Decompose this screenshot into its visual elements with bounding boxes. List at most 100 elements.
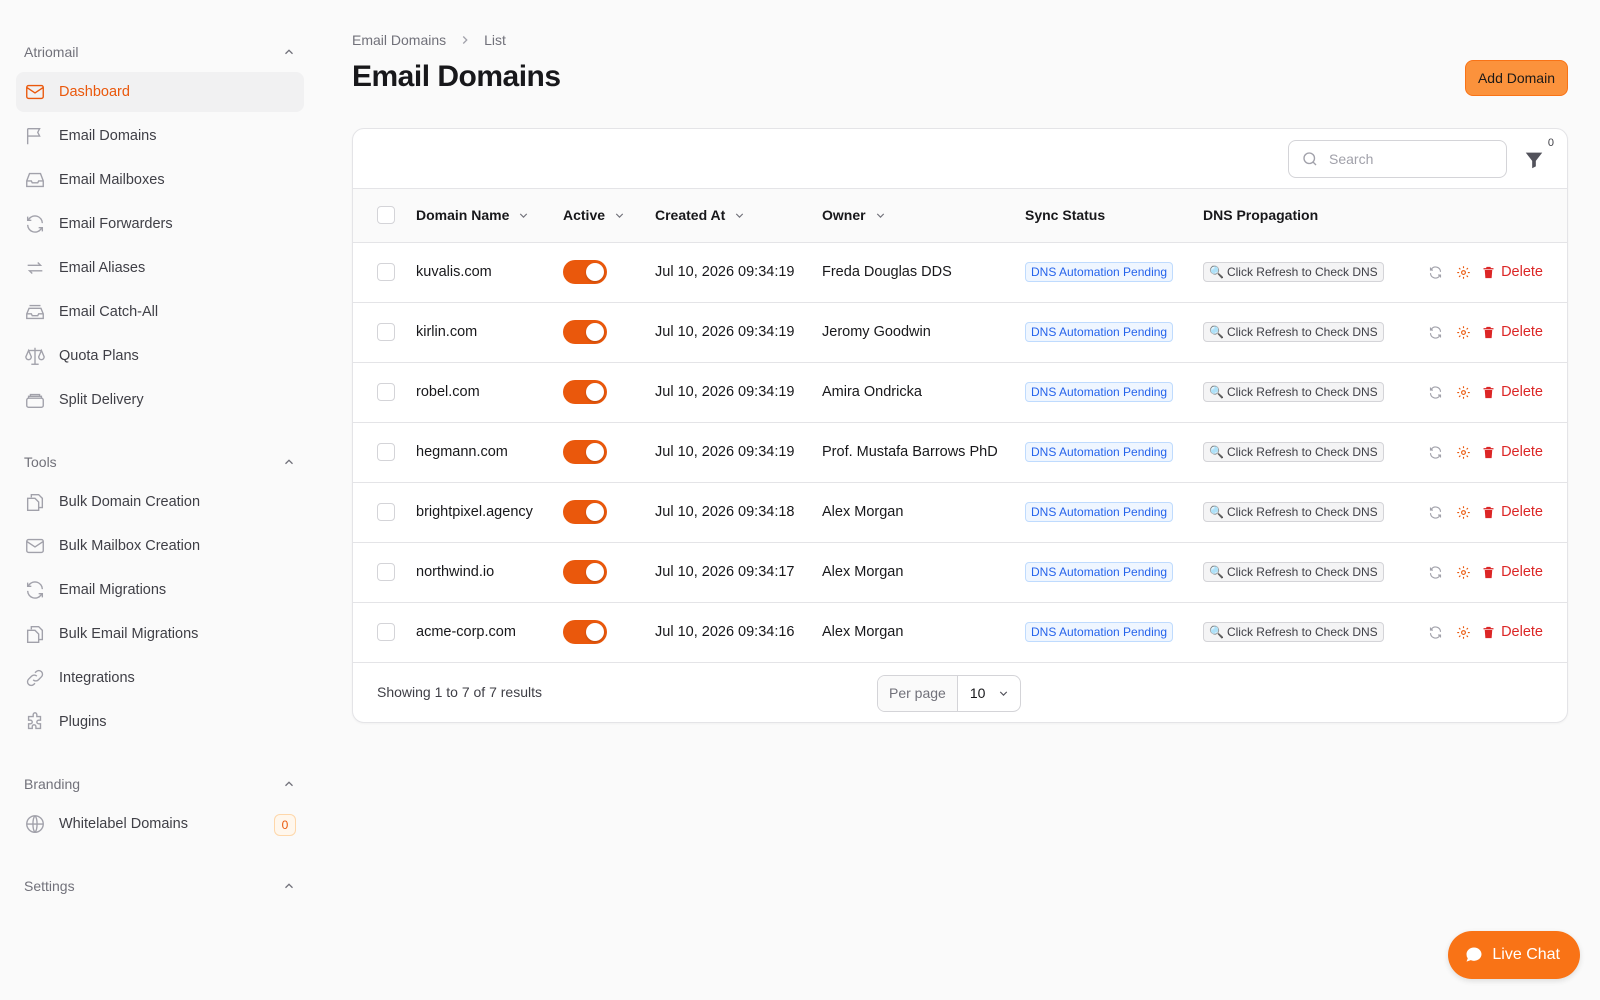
per-page-control: Per page 10 [877, 674, 1021, 712]
table-row: robel.com Jul 10, 2026 09:34:19 Amira Ondr… [353, 362, 1567, 422]
refresh-icon[interactable] [1428, 385, 1443, 400]
count-badge: 0 [274, 814, 296, 836]
sidebar-item-bulk-email-migrations[interactable]: Bulk Email Migrations [16, 614, 304, 654]
table-body: kuvalis.com Jul 10, 2026 09:34:19 Freda Do… [353, 242, 1567, 662]
row-checkbox[interactable] [377, 563, 395, 581]
refresh-icon[interactable] [1428, 565, 1443, 580]
delete-label: Delete [1501, 624, 1543, 640]
add-domain-button[interactable]: Add Domain [1464, 60, 1568, 96]
sidebar-item-email-domains[interactable]: Email Domains [16, 116, 304, 156]
globe-icon [26, 815, 44, 833]
column-header-domain[interactable]: Domain Name [416, 189, 563, 242]
documents-icon [26, 625, 44, 643]
sidebar-item-email-aliases[interactable]: Email Aliases [16, 248, 304, 288]
sidebar-item-label: Quota Plans [59, 348, 139, 364]
trash-icon [1483, 386, 1494, 398]
sidebar-item-email-mailboxes[interactable]: Email Mailboxes [16, 160, 304, 200]
delete-button[interactable]: Delete [1481, 324, 1543, 340]
sidebar-group-header[interactable]: Atriomail [16, 36, 304, 68]
delete-label: Delete [1501, 264, 1543, 280]
column-header-active[interactable]: Active [563, 189, 655, 242]
sidebar-item-quota-plans[interactable]: Quota Plans [16, 336, 304, 376]
delete-button[interactable]: Delete [1481, 624, 1543, 640]
row-checkbox[interactable] [377, 263, 395, 281]
row-checkbox[interactable] [377, 383, 395, 401]
check-dns-button[interactable]: 🔍 Click Refresh to Check DNS [1203, 262, 1384, 282]
flag-icon [26, 127, 41, 145]
row-checkbox[interactable] [377, 623, 395, 641]
active-toggle[interactable] [563, 560, 607, 584]
check-dns-button[interactable]: 🔍 Click Refresh to Check DNS [1203, 502, 1384, 522]
sidebar-item-email-migrations[interactable]: Email Migrations [16, 570, 304, 610]
sidebar-item-plugins[interactable]: Plugins [16, 702, 304, 742]
row-checkbox[interactable] [377, 443, 395, 461]
active-toggle[interactable] [563, 620, 607, 644]
domains-table-card: 0 Domain Name Active Created At Owner Sy… [352, 128, 1568, 723]
chat-bubble-icon [1466, 947, 1482, 962]
row-checkbox[interactable] [377, 323, 395, 341]
check-dns-button[interactable]: 🔍 Click Refresh to Check DNS [1203, 382, 1384, 402]
delete-button[interactable]: Delete [1481, 384, 1543, 400]
search-box [1288, 140, 1507, 178]
filter-icon[interactable] [1523, 149, 1545, 171]
sidebar-item-email-catch-all[interactable]: Email Catch-All [16, 292, 304, 332]
delete-label: Delete [1501, 384, 1543, 400]
sidebar-item-email-forwarders[interactable]: Email Forwarders [16, 204, 304, 244]
refresh-icon[interactable] [1428, 625, 1443, 640]
sidebar-item-bulk-mailbox-creation[interactable]: Bulk Mailbox Creation [16, 526, 304, 566]
refresh-icon[interactable] [1428, 325, 1443, 340]
active-toggle[interactable] [563, 320, 607, 344]
refresh-icon[interactable] [1428, 505, 1443, 520]
sidebar-group-header[interactable]: Tools [16, 446, 304, 478]
sync-status-badge: DNS Automation Pending [1025, 442, 1174, 462]
sidebar-item-label: Email Catch-All [59, 304, 159, 320]
sidebar-item-split-delivery[interactable]: Split Delivery [16, 380, 304, 420]
chevron-right-icon [462, 36, 468, 44]
sidebar-item-whitelabel-domains[interactable]: Whitelabel Domains 0 [16, 804, 304, 844]
delete-button[interactable]: Delete [1481, 504, 1543, 520]
column-header-created[interactable]: Created At [655, 189, 822, 242]
owner-name: Alex Morgan [822, 504, 904, 520]
refresh-icon [26, 581, 44, 599]
refresh-icon[interactable] [1428, 445, 1443, 460]
gear-icon[interactable] [1456, 265, 1471, 280]
select-all-checkbox[interactable] [377, 206, 395, 225]
search-input[interactable] [1329, 151, 1489, 167]
active-toggle[interactable] [563, 380, 607, 404]
delete-button[interactable]: Delete [1481, 444, 1543, 460]
check-dns-button[interactable]: 🔍 Click Refresh to Check DNS [1203, 622, 1384, 642]
active-toggle[interactable] [563, 440, 607, 464]
link-icon [26, 669, 44, 687]
check-dns-button[interactable]: 🔍 Click Refresh to Check DNS [1203, 442, 1384, 462]
gear-icon[interactable] [1456, 385, 1471, 400]
sidebar-item-label: Whitelabel Domains [59, 816, 188, 832]
active-toggle[interactable] [563, 260, 607, 284]
breadcrumb-link[interactable]: Email Domains [352, 32, 446, 48]
gear-icon[interactable] [1456, 565, 1471, 580]
sidebar-item-dashboard[interactable]: Dashboard [16, 72, 304, 112]
column-label: Sync Status [1025, 207, 1106, 224]
check-dns-button[interactable]: 🔍 Click Refresh to Check DNS [1203, 322, 1384, 342]
live-chat-button[interactable]: Live Chat [1448, 931, 1580, 979]
row-checkbox[interactable] [377, 503, 395, 521]
table-row: acme-corp.com Jul 10, 2026 09:34:16 Alex M… [353, 602, 1567, 662]
sidebar-item-label: Bulk Email Migrations [59, 626, 199, 642]
sidebar-group-header[interactable]: Branding [16, 768, 304, 800]
check-dns-button[interactable]: 🔍 Click Refresh to Check DNS [1203, 562, 1384, 582]
inbox-stack-icon [26, 304, 44, 320]
domain-name: hegmann.com [416, 444, 508, 460]
gear-icon[interactable] [1456, 625, 1471, 640]
gear-icon[interactable] [1456, 505, 1471, 520]
column-header-owner[interactable]: Owner [822, 189, 1025, 242]
refresh-icon[interactable] [1428, 265, 1443, 280]
sidebar-item-integrations[interactable]: Integrations [16, 658, 304, 698]
sidebar-group-header[interactable]: Settings [16, 870, 304, 902]
delete-button[interactable]: Delete [1481, 264, 1543, 280]
delete-button[interactable]: Delete [1481, 564, 1543, 580]
row-actions: Delete [1395, 444, 1567, 460]
per-page-select[interactable]: 10 [958, 676, 1020, 711]
sidebar-item-bulk-domain-creation[interactable]: Bulk Domain Creation [16, 482, 304, 522]
active-toggle[interactable] [563, 500, 607, 524]
gear-icon[interactable] [1456, 325, 1471, 340]
gear-icon[interactable] [1456, 445, 1471, 460]
